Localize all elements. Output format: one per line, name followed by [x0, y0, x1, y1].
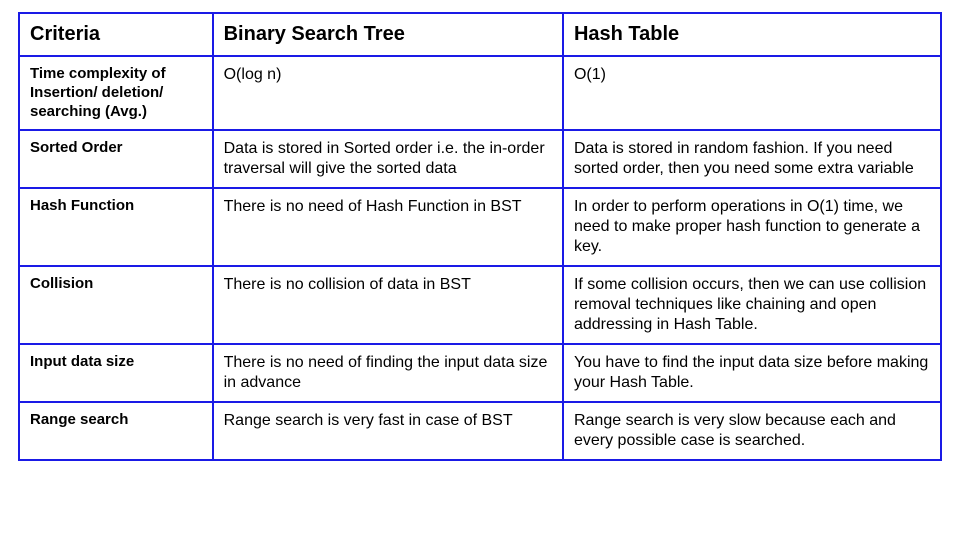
cell-bst: There is no collision of data in BST [213, 266, 563, 344]
cell-hash: O(1) [563, 56, 941, 130]
header-hash-table: Hash Table [563, 13, 941, 56]
page-content: Criteria Binary Search Tree Hash Table T… [0, 0, 960, 473]
comparison-table: Criteria Binary Search Tree Hash Table T… [18, 12, 942, 461]
header-bst: Binary Search Tree [213, 13, 563, 56]
table-row: Collision There is no collision of data … [19, 266, 941, 344]
cell-hash: In order to perform operations in O(1) t… [563, 188, 941, 266]
row-label: Range search [19, 402, 213, 460]
row-label: Time complexity of Insertion/ deletion/ … [19, 56, 213, 130]
table-row: Time complexity of Insertion/ deletion/ … [19, 56, 941, 130]
cell-bst: Data is stored in Sorted order i.e. the … [213, 130, 563, 188]
row-label: Input data size [19, 344, 213, 402]
table-row: Sorted Order Data is stored in Sorted or… [19, 130, 941, 188]
cell-hash: Range search is very slow because each a… [563, 402, 941, 460]
table-row: Range search Range search is very fast i… [19, 402, 941, 460]
row-label: Collision [19, 266, 213, 344]
cell-bst: There is no need of finding the input da… [213, 344, 563, 402]
cell-hash: If some collision occurs, then we can us… [563, 266, 941, 344]
cell-hash: You have to find the input data size bef… [563, 344, 941, 402]
cell-bst: Range search is very fast in case of BST [213, 402, 563, 460]
cell-hash: Data is stored in random fashion. If you… [563, 130, 941, 188]
table-header-row: Criteria Binary Search Tree Hash Table [19, 13, 941, 56]
table-row: Input data size There is no need of find… [19, 344, 941, 402]
row-label: Hash Function [19, 188, 213, 266]
cell-bst: O(log n) [213, 56, 563, 130]
table-row: Hash Function There is no need of Hash F… [19, 188, 941, 266]
row-label: Sorted Order [19, 130, 213, 188]
header-criteria: Criteria [19, 13, 213, 56]
cell-bst: There is no need of Hash Function in BST [213, 188, 563, 266]
